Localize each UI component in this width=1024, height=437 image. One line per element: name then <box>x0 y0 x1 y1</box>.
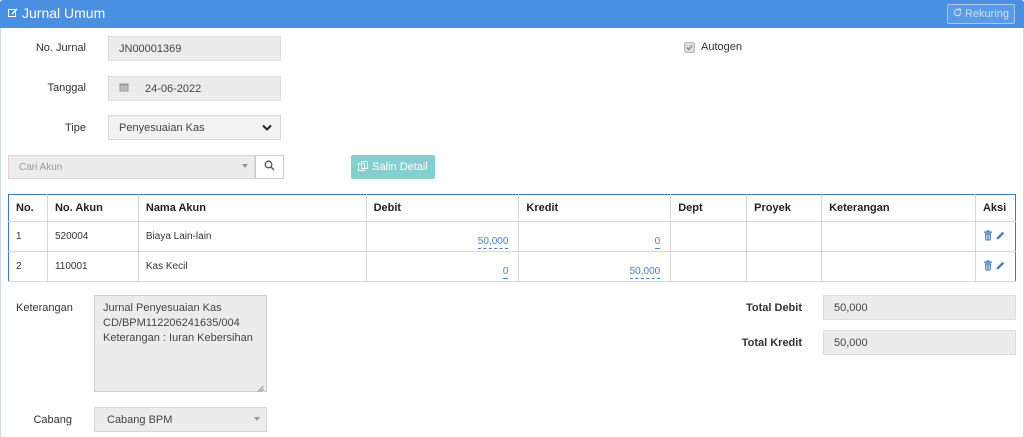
row-debit-editable[interactable]: 50,000 <box>477 236 509 249</box>
search-icon <box>264 160 275 174</box>
resize-grip-icon[interactable] <box>257 382 264 392</box>
pencil-icon[interactable] <box>995 260 1005 274</box>
cari-akun-select[interactable]: Cari Akun <box>8 155 255 179</box>
col-header-dept: Dept <box>670 194 748 222</box>
edit-icon <box>8 5 18 21</box>
row-nama-akun: Kas Kecil <box>138 251 367 282</box>
caret-down-icon <box>242 164 248 168</box>
row-aksi <box>975 251 1016 282</box>
trash-icon[interactable] <box>983 229 993 244</box>
detail-table: No. No. Akun Nama Akun Debit Kredit Dept… <box>8 194 1016 282</box>
total-debit-label: Total Debit <box>745 302 802 314</box>
keterangan-line: Keterangan : Iuran Kebersihan <box>103 332 253 344</box>
row-kredit-cell: 50,000 <box>518 251 672 282</box>
row-aksi <box>975 221 1016 252</box>
col-header-debit: Debit <box>366 194 520 222</box>
tipe-label: Tipe <box>65 122 86 134</box>
refresh-icon <box>953 8 962 20</box>
keterangan-line: Jurnal Penyesuaian Kas <box>103 302 222 314</box>
col-header-aksi: Aksi <box>975 194 1016 222</box>
tipe-value: Penyesuaian Kas <box>119 121 205 134</box>
col-header-nama-akun: Nama Akun <box>138 194 367 222</box>
search-button[interactable] <box>255 155 284 179</box>
row-dept <box>670 251 748 282</box>
tanggal-field[interactable]: 24-06-2022 <box>108 76 281 101</box>
salin-detail-label: Salin Detail <box>372 161 428 173</box>
tanggal-label: Tanggal <box>47 82 86 94</box>
tipe-select[interactable]: Penyesuaian Kas <box>108 115 281 140</box>
tanggal-value: 24-06-2022 <box>145 82 202 95</box>
table-row: 2 110001 Kas Kecil 0 50,000 <box>8 251 1016 282</box>
total-kredit-value: 50,000 <box>834 336 868 349</box>
calendar-icon <box>119 82 145 95</box>
table-row: 1 520004 Biaya Lain-lain 50,000 0 <box>8 221 1016 252</box>
autogen-label: Autogen <box>701 41 742 53</box>
table-header-row: No. No. Akun Nama Akun Debit Kredit Dept… <box>8 194 1016 222</box>
total-kredit-field: 50,000 <box>823 330 1016 355</box>
col-header-kredit: Kredit <box>518 194 672 222</box>
row-no-akun: 520004 <box>47 221 139 252</box>
trash-icon[interactable] <box>983 259 993 274</box>
panel-title: Jurnal Umum <box>8 5 105 21</box>
total-kredit-label: Total Kredit <box>741 337 802 349</box>
row-no: 2 <box>8 251 48 282</box>
keterangan-line: CD/BPM112206241635/004 <box>103 317 240 329</box>
rekuring-label: Rekuring <box>964 8 1010 20</box>
row-keterangan <box>821 221 976 252</box>
no-jurnal-value: JN00001369 <box>119 42 182 55</box>
page-title: Jurnal Umum <box>22 5 106 21</box>
total-debit-value: 50,000 <box>834 301 868 314</box>
no-jurnal-field[interactable]: JN00001369 <box>108 36 281 61</box>
col-header-keterangan: Keterangan <box>821 194 976 222</box>
cari-akun-placeholder: Cari Akun <box>19 161 63 173</box>
col-header-proyek: Proyek <box>746 194 823 222</box>
row-kredit-editable[interactable]: 50,000 <box>629 266 661 279</box>
row-proyek <box>746 251 823 282</box>
row-dept <box>670 221 748 252</box>
keterangan-label: Keterangan <box>16 302 73 314</box>
autogen-checkbox[interactable]: Autogen <box>684 41 742 53</box>
total-debit-field: 50,000 <box>823 295 1016 320</box>
col-header-no-akun: No. Akun <box>47 194 139 222</box>
row-debit-editable[interactable]: 0 <box>502 266 509 279</box>
caret-down-icon <box>254 417 260 421</box>
salin-detail-button[interactable]: Salin Detail <box>351 155 435 179</box>
row-debit-cell: 50,000 <box>366 221 520 252</box>
rekuring-button[interactable]: Rekuring <box>947 4 1015 24</box>
pencil-icon[interactable] <box>995 230 1005 244</box>
row-keterangan <box>821 251 976 282</box>
col-header-no: No. <box>8 194 48 222</box>
no-jurnal-label: No. Jurnal <box>35 42 86 54</box>
row-no-akun: 110001 <box>47 251 139 282</box>
row-proyek <box>746 221 823 252</box>
panel-header: Jurnal Umum Rekuring <box>0 0 1024 28</box>
keterangan-textarea[interactable]: Jurnal Penyesuaian Kas CD/BPM11220624163… <box>94 295 267 392</box>
check-icon <box>684 41 695 53</box>
copy-icon <box>358 160 369 174</box>
row-no: 1 <box>8 221 48 252</box>
row-nama-akun: Biaya Lain-lain <box>138 221 367 252</box>
cabang-value: Cabang BPM <box>107 413 173 426</box>
row-debit-cell: 0 <box>366 251 520 282</box>
cabang-select[interactable]: Cabang BPM <box>94 407 267 432</box>
row-kredit-editable[interactable]: 0 <box>654 236 661 249</box>
row-kredit-cell: 0 <box>518 221 672 252</box>
cabang-label: Cabang <box>33 414 72 426</box>
chevron-down-icon <box>262 123 272 135</box>
